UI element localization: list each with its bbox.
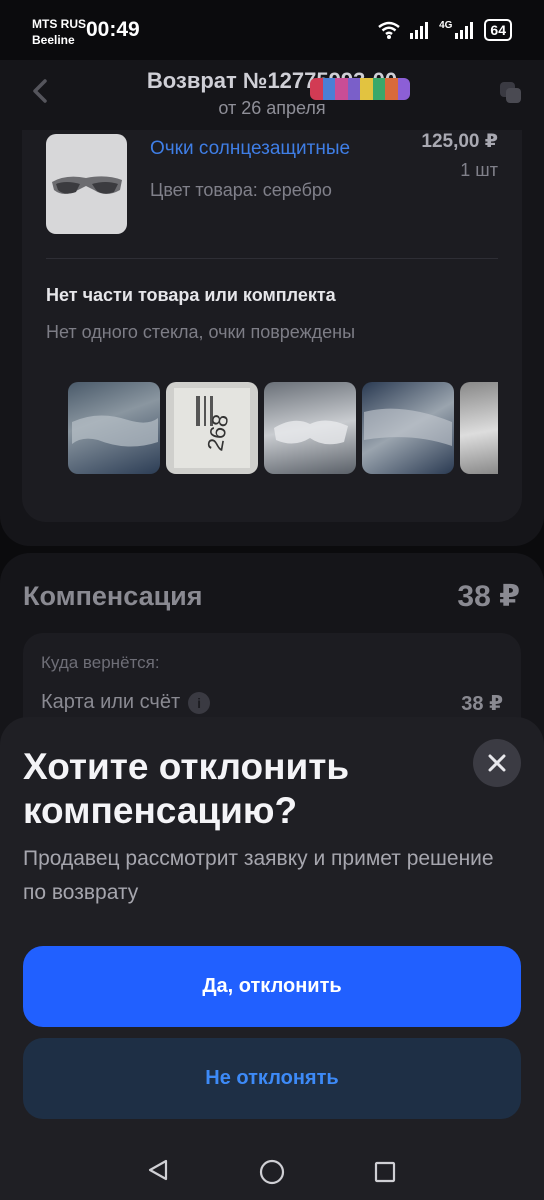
info-icon[interactable]: i: [188, 691, 211, 714]
return-reason-text: Нет одного стекла, очки повреждены: [46, 322, 356, 342]
product-image[interactable]: [46, 134, 127, 234]
status-icons: 4G 64: [377, 19, 512, 41]
product-price: 125,00 ₽: [421, 131, 498, 152]
refund-destination-text: Карта или счёт: [41, 691, 181, 713]
system-navigation-bar: [0, 1140, 544, 1200]
close-button[interactable]: [473, 739, 521, 787]
clock: 00:49: [86, 18, 140, 41]
status-bar: MTS RUS Beeline 00:49 4G 64: [0, 0, 544, 60]
battery-indicator: 64: [484, 19, 512, 41]
wifi-icon: [378, 21, 400, 39]
signal-icon-2: [455, 22, 474, 39]
product-card-inner: Очки солнцезащитные Цвет товара: серебро…: [22, 130, 522, 522]
photo-thumbnail-3[interactable]: [264, 382, 356, 474]
carrier-1: MTS RUS: [32, 17, 86, 31]
compensation-title: Компенсация: [23, 581, 203, 611]
page-subtitle: от 26 апреля: [218, 98, 326, 118]
nav-back-icon[interactable]: [146, 1158, 170, 1182]
photo-thumbnail-1[interactable]: [68, 382, 160, 474]
product-name-link[interactable]: Очки солнцезащитные: [150, 138, 350, 160]
cancel-reject-button[interactable]: Не отклонять: [23, 1038, 521, 1119]
refund-destination-amount: 38 ₽: [461, 693, 503, 715]
refund-destination-label: Куда вернётся:: [41, 653, 160, 672]
carrier-names: MTS RUS Beeline: [32, 16, 86, 48]
carrier-2: Beeline: [32, 33, 75, 47]
photo-thumbnail-4[interactable]: [362, 382, 454, 474]
nav-home-icon[interactable]: [259, 1159, 285, 1185]
divider: [46, 258, 498, 259]
page-title: Возврат №12775993-00: [146, 68, 398, 93]
network-type: 4G: [439, 19, 453, 31]
photo-gallery[interactable]: 268: [68, 382, 498, 474]
photo-thumbnail-2[interactable]: 268: [166, 382, 258, 474]
confirm-reject-button[interactable]: Да, отклонить: [23, 946, 521, 1027]
return-reason-title: Нет части товара или комплекта: [46, 285, 336, 305]
product-card: Очки солнцезащитные Цвет товара: серебро…: [0, 130, 544, 546]
redaction-overlay: [310, 78, 410, 100]
dialog-description: Продавец рассмотрит заявку и примет реше…: [23, 847, 494, 904]
copy-icon[interactable]: [498, 80, 524, 106]
dialog-title: Хотите отклонить компенсацию?: [23, 746, 350, 831]
compensation-amount: 38 ₽: [457, 580, 520, 613]
product-color: Цвет товара: серебро: [150, 180, 332, 200]
refund-destination: Карта или счёт i: [41, 691, 211, 714]
close-icon: [488, 754, 506, 772]
reject-compensation-dialog: Хотите отклонить компенсацию? Продавец р…: [0, 717, 544, 1200]
product-quantity: 1 шт: [460, 160, 498, 180]
nav-recents-icon[interactable]: [374, 1161, 396, 1183]
page-header: Возврат №12775993-00 от 26 апреля: [0, 60, 544, 130]
photo-thumbnail-5[interactable]: [460, 382, 498, 474]
signal-icon: [410, 22, 429, 39]
